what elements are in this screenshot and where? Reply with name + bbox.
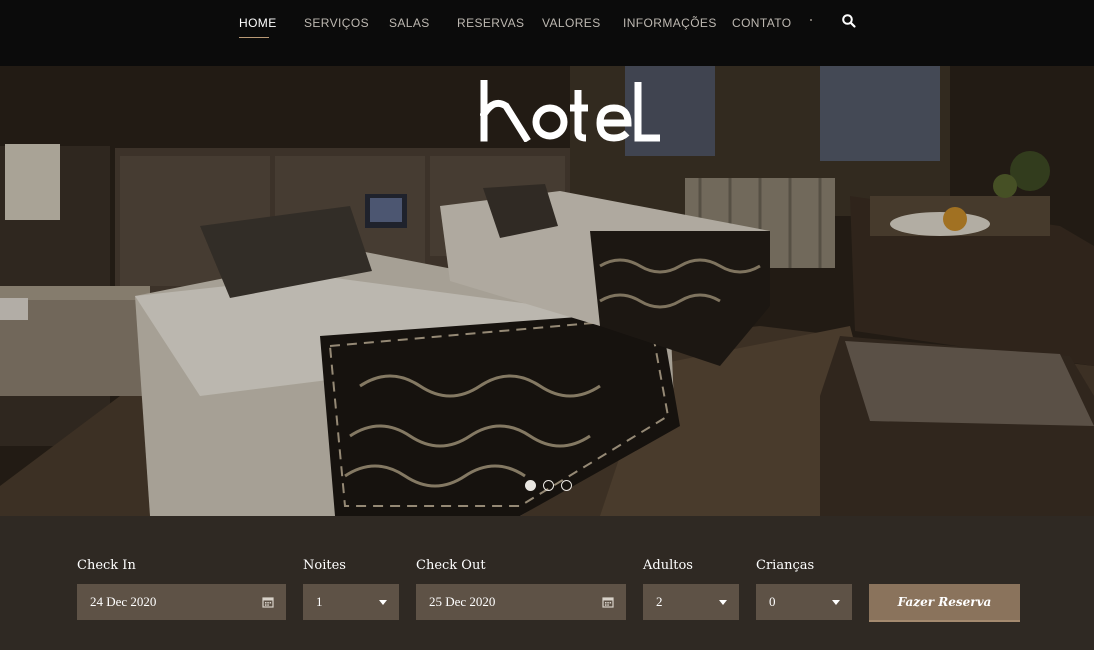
- make-reservation-button[interactable]: Fazer Reserva: [869, 584, 1020, 622]
- booking-form: Check In 24 Dec 2020 Noites 1 Check Out …: [0, 516, 1094, 650]
- adults-select[interactable]: 2: [643, 584, 739, 620]
- chevron-down-icon: [719, 600, 727, 605]
- slider-dot-2[interactable]: [543, 480, 554, 491]
- nights-label: Noites: [303, 558, 346, 573]
- children-label: Crianças: [756, 558, 815, 573]
- active-nav-underline: [239, 37, 269, 38]
- hero-slider: [0, 66, 1094, 516]
- nav-item-valores[interactable]: VALORES: [542, 16, 601, 30]
- nav-separator-dot: [810, 19, 812, 21]
- check-out-value: 25 Dec 2020: [429, 594, 496, 609]
- chevron-down-icon: [379, 600, 387, 605]
- children-select[interactable]: 0: [756, 584, 852, 620]
- nav-item-home[interactable]: HOME: [239, 16, 277, 30]
- search-icon[interactable]: [841, 13, 857, 29]
- nav-item-servicos[interactable]: SERVIÇOS: [304, 16, 369, 30]
- slider-pagination: [525, 480, 572, 491]
- hotel-logo: [480, 80, 660, 142]
- top-navigation: HOME SERVIÇOS SALAS RESERVAS VALORES INF…: [0, 0, 1094, 66]
- chevron-down-icon: [832, 600, 840, 605]
- check-in-label: Check In: [77, 558, 136, 573]
- check-in-field[interactable]: 24 Dec 2020: [77, 584, 286, 620]
- children-value: 0: [769, 594, 776, 609]
- adults-value: 2: [656, 594, 663, 609]
- nav-item-salas[interactable]: SALAS: [389, 16, 430, 30]
- nav-item-reservas[interactable]: RESERVAS: [457, 16, 524, 30]
- slider-dot-3[interactable]: [561, 480, 572, 491]
- nights-select[interactable]: 1: [303, 584, 399, 620]
- adults-label: Adultos: [643, 558, 693, 573]
- calendar-icon: [602, 597, 614, 608]
- nav-item-informacoes[interactable]: INFORMAÇÕES: [623, 16, 717, 30]
- check-in-value: 24 Dec 2020: [90, 594, 157, 609]
- nav-item-contato[interactable]: CONTATO: [732, 16, 791, 30]
- check-out-field[interactable]: 25 Dec 2020: [416, 584, 626, 620]
- slider-dot-1[interactable]: [525, 480, 536, 491]
- calendar-icon: [262, 597, 274, 608]
- nav-menu: HOME SERVIÇOS SALAS RESERVAS VALORES INF…: [0, 0, 1094, 66]
- nights-value: 1: [316, 594, 323, 609]
- check-out-label: Check Out: [416, 558, 486, 573]
